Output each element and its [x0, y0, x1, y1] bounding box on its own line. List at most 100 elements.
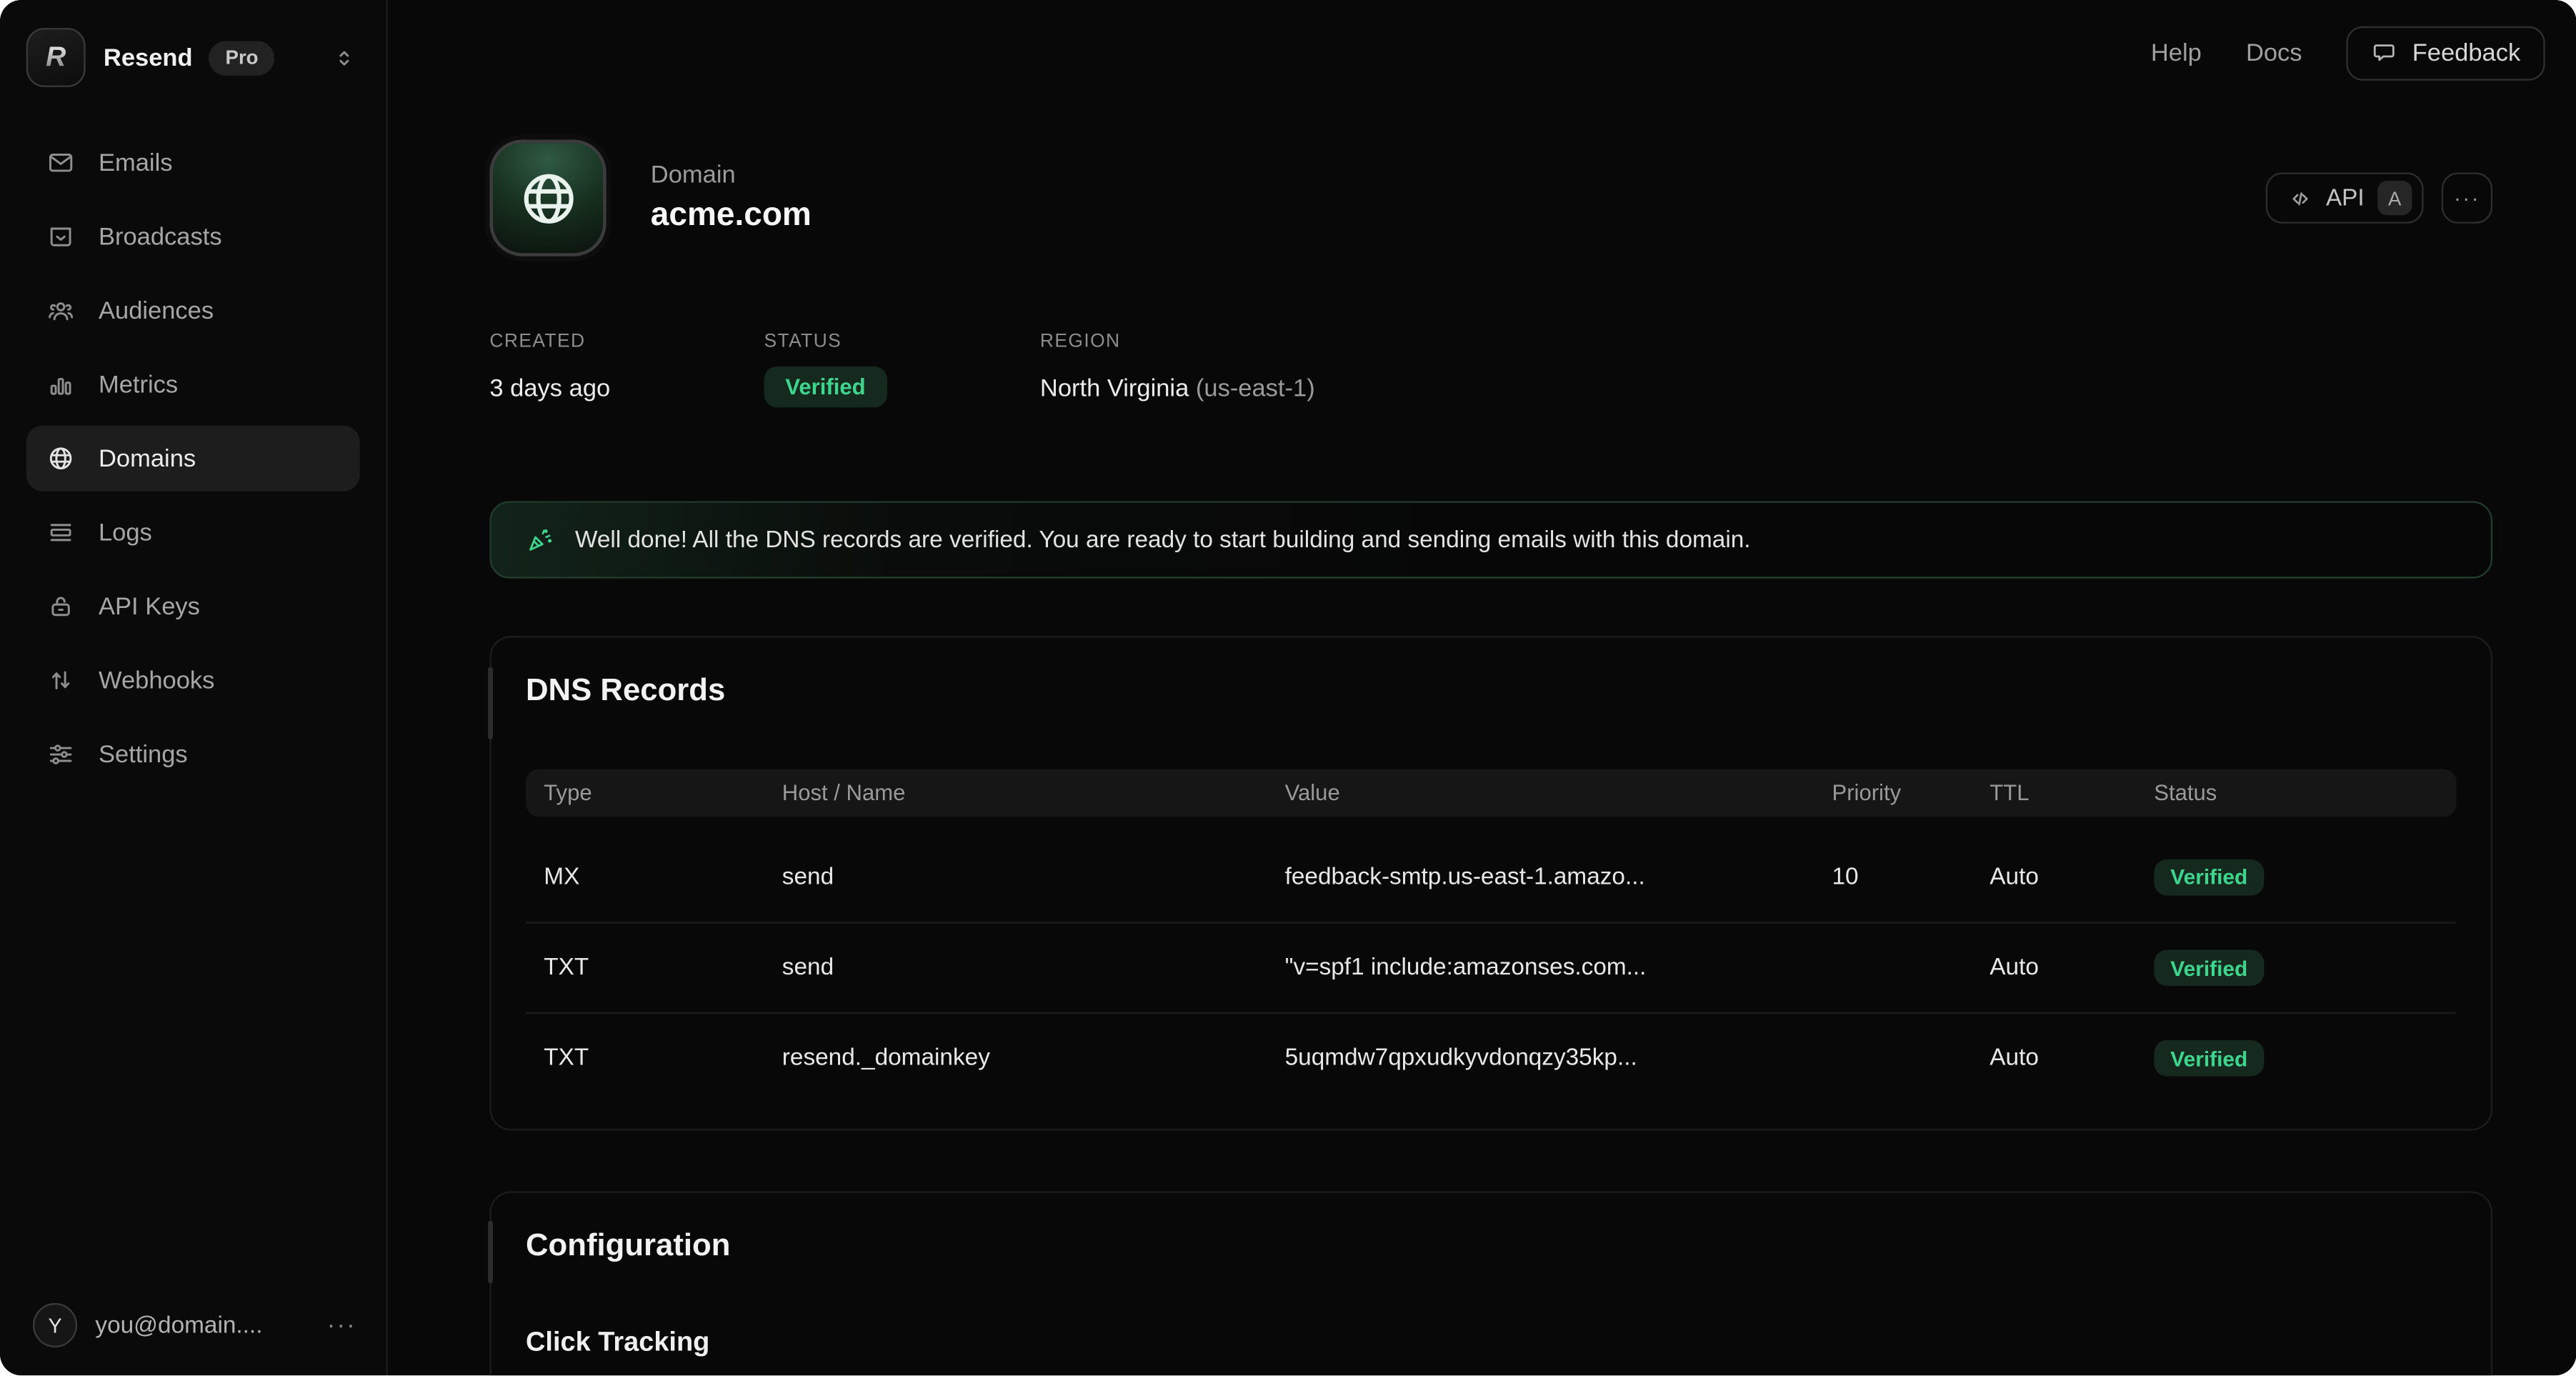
bar-chart-icon	[46, 370, 75, 399]
dns-row-txt-domainkey[interactable]: TXT resend._domainkey 5uqmdw7qpxudkyvdon…	[526, 1012, 2457, 1103]
cell-value: feedback-smtp.us-east-1.amazo...	[1285, 864, 1832, 890]
cell-ttl: Auto	[1990, 954, 2154, 981]
created-value: 3 days ago	[489, 374, 764, 402]
meta-created: CREATED 3 days ago	[489, 332, 764, 408]
sidebar-item-settings[interactable]: Settings	[26, 722, 360, 787]
configuration-title: Configuration	[526, 1226, 2457, 1269]
arrows-up-down-icon	[46, 666, 75, 695]
plan-badge: Pro	[209, 40, 275, 74]
user-email: you@domain....	[95, 1312, 262, 1339]
sidebar-item-webhooks[interactable]: Webhooks	[26, 647, 360, 713]
docs-link[interactable]: Docs	[2246, 39, 2302, 66]
sidebar-item-api-keys[interactable]: API Keys	[26, 574, 360, 639]
sidebar: R Resend Pro Emails Broadcasts Audiences	[0, 0, 388, 1375]
party-popper-icon	[526, 526, 554, 554]
domain-meta: CREATED 3 days ago STATUS Verified REGIO…	[489, 332, 2492, 408]
sidebar-item-metrics[interactable]: Metrics	[26, 352, 360, 417]
cell-priority: 10	[1832, 864, 1990, 890]
page-title: acme.com	[651, 197, 812, 235]
created-label: CREATED	[489, 332, 764, 352]
chevron-updown-icon[interactable]	[332, 45, 357, 70]
app-window: R Resend Pro Emails Broadcasts Audiences	[0, 0, 2576, 1375]
speech-bubble-icon	[2371, 39, 2397, 66]
users-icon	[46, 296, 75, 325]
region-label: REGION	[1040, 332, 1315, 352]
card-scroll-notch	[488, 1221, 493, 1283]
main-area: Help Docs Feedback Domain acme.com	[388, 0, 2576, 1375]
sidebar-item-emails[interactable]: Emails	[26, 130, 360, 196]
cell-value: "v=spf1 include:amazonses.com...	[1285, 954, 1832, 981]
workspace-switcher[interactable]: R Resend Pro	[0, 0, 386, 115]
help-link[interactable]: Help	[2151, 39, 2202, 66]
cell-type: TXT	[544, 1045, 782, 1072]
domain-header: Domain acme.com API A ···	[489, 140, 2492, 256]
more-icon[interactable]: ···	[327, 1311, 356, 1339]
configuration-card: Configuration Click Tracking	[489, 1192, 2492, 1376]
cell-ttl: Auto	[1990, 864, 2154, 890]
banner-message: Well done! All the DNS records are verif…	[575, 527, 1751, 553]
header-actions: API A ···	[2265, 173, 2492, 224]
feedback-button[interactable]: Feedback	[2347, 26, 2545, 80]
card-scroll-notch	[488, 667, 493, 739]
page-content: Domain acme.com API A ··· CREATED 3 days…	[489, 140, 2492, 1376]
globe-icon	[515, 165, 581, 231]
meta-region: REGION North Virginia (us-east-1)	[1040, 332, 1315, 408]
sidebar-item-logs[interactable]: Logs	[26, 499, 360, 565]
api-button-label: API	[2326, 185, 2365, 211]
region-name: North Virginia	[1040, 374, 1189, 402]
col-type: Type	[544, 781, 782, 806]
col-ttl: TTL	[1990, 781, 2154, 806]
cell-status: Verified	[2154, 859, 2456, 895]
domain-avatar	[489, 140, 606, 256]
col-status: Status	[2154, 781, 2456, 806]
cell-ttl: Auto	[1990, 1045, 2154, 1072]
sidebar-item-label: Emails	[99, 149, 173, 176]
api-button[interactable]: API A	[2265, 173, 2424, 224]
envelope-icon	[46, 148, 75, 177]
verified-badge: Verified	[2154, 949, 2264, 986]
sidebar-item-label: Audiences	[99, 296, 214, 324]
col-priority: Priority	[1832, 781, 1990, 806]
click-tracking-label: Click Tracking	[526, 1327, 2457, 1359]
dns-row-txt-send[interactable]: TXT send "v=spf1 include:amazonses.com..…	[526, 922, 2457, 1012]
sidebar-item-label: Logs	[99, 519, 152, 547]
dns-row-mx-send[interactable]: MX send feedback-smtp.us-east-1.amazo...…	[526, 832, 2457, 922]
cell-host: resend._domainkey	[782, 1045, 1285, 1072]
region-code: (us-east-1)	[1196, 374, 1315, 402]
success-banner: Well done! All the DNS records are verif…	[489, 502, 2492, 579]
dns-records-card: DNS Records Type Host / Name Value Prior…	[489, 636, 2492, 1130]
sidebar-item-label: Metrics	[99, 371, 178, 399]
workspace-name: Resend	[104, 44, 193, 71]
sidebar-item-label: API Keys	[99, 592, 200, 620]
verified-badge: Verified	[2154, 859, 2264, 895]
account-menu[interactable]: Y you@domain.... ···	[0, 1303, 386, 1375]
sidebar-item-audiences[interactable]: Audiences	[26, 278, 360, 344]
sidebar-nav: Emails Broadcasts Audiences Metrics Doma…	[0, 115, 386, 787]
cell-type: MX	[544, 864, 782, 890]
feedback-label: Feedback	[2412, 39, 2521, 66]
resend-logo-letter: R	[46, 41, 66, 74]
sidebar-item-label: Broadcasts	[99, 223, 222, 251]
dns-table-header: Type Host / Name Value Priority TTL Stat…	[526, 769, 2457, 817]
sidebar-item-label: Settings	[99, 740, 188, 768]
sidebar-item-label: Webhooks	[99, 667, 214, 694]
status-label: STATUS	[764, 332, 1040, 352]
cell-status: Verified	[2154, 1040, 2456, 1077]
col-host: Host / Name	[782, 781, 1285, 806]
cell-status: Verified	[2154, 949, 2456, 986]
col-value: Value	[1285, 781, 1832, 806]
sidebar-item-broadcasts[interactable]: Broadcasts	[26, 204, 360, 269]
sidebar-item-domains[interactable]: Domains	[26, 426, 360, 492]
globe-icon	[46, 444, 75, 473]
verified-badge: Verified	[2154, 1040, 2264, 1077]
domain-more-button[interactable]: ···	[2442, 173, 2492, 224]
dns-records-title: DNS Records	[526, 670, 2457, 713]
broadcast-tray-icon	[46, 222, 75, 251]
domain-titles: Domain acme.com	[651, 161, 812, 235]
rows-icon	[46, 518, 75, 547]
status-badge: Verified	[764, 367, 887, 408]
topbar: Help Docs Feedback	[388, 0, 2576, 105]
cell-host: send	[782, 864, 1285, 890]
sidebar-item-label: Domains	[99, 444, 196, 472]
api-shortcut-badge: A	[2377, 181, 2412, 215]
